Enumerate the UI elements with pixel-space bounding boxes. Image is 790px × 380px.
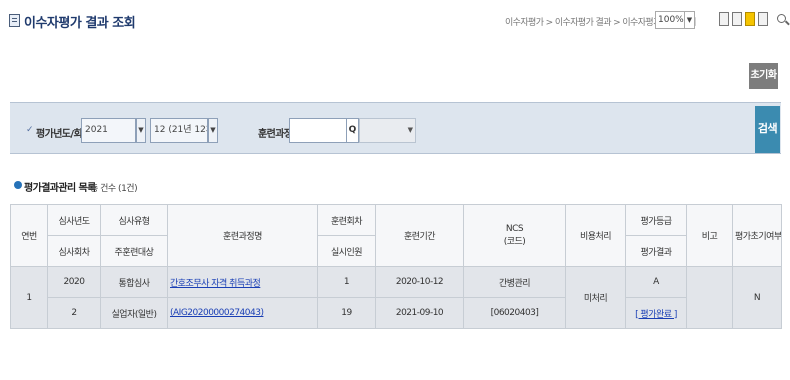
search-icon[interactable] — [777, 14, 786, 23]
ncs-line: NCS — [505, 224, 524, 234]
section-bullet-icon — [14, 181, 22, 189]
course-select[interactable]: ▼ — [359, 118, 416, 143]
cell-no: 1 — [10, 266, 48, 329]
favorite-star-icon[interactable] — [745, 12, 755, 26]
header-note: 비고 — [686, 204, 733, 267]
results-table: 연번 심사년도 심사유형 훈련과정명 훈련회차 훈련기간 NCS (코드) 비용처… — [10, 204, 782, 329]
check-icon: ✓ — [26, 125, 34, 135]
document-icon[interactable] — [758, 12, 768, 26]
header-no: 연번 — [10, 204, 48, 267]
header-training-round: 훈련회차 — [317, 204, 376, 236]
cell-ncs-name: 간병관리 — [463, 266, 566, 298]
cell-result: [ 평가완료 ] — [625, 297, 687, 329]
print-icon[interactable] — [719, 12, 729, 26]
header-training-period: 훈련기간 — [375, 204, 464, 267]
header-course-name: 훈련과정명 — [167, 204, 318, 267]
cell-exam-round: 2 — [47, 297, 101, 329]
chevron-down-icon[interactable]: ▼ — [685, 11, 695, 29]
total-count: 총 건수 (1건) — [90, 184, 138, 194]
table-row[interactable]: 2 실업자(일반) (AIG20200000274043) 19 2021-09… — [11, 297, 782, 329]
zoom-select[interactable]: 100% — [655, 11, 685, 29]
course-label: 훈련과정 — [258, 129, 293, 140]
cell-training-round: 1 — [317, 266, 376, 298]
section-title: 평가결과관리 목록 — [24, 183, 96, 194]
table-row[interactable]: 1 2020 통합심사 간호조무사 자격 취득과정 1 2020-10-12 간… — [10, 266, 782, 329]
course-name-link[interactable]: 간호조무사 자격 취득과정 — [170, 279, 261, 289]
ncs-code-line: (코드) — [503, 237, 526, 247]
cell-note — [686, 266, 733, 329]
header-result: 평가결과 — [625, 235, 687, 267]
top-bar: 이수자평가 결과 조회 이수자평가 > 이수자평가 결과 > 이수자평가 결과 … — [0, 0, 790, 40]
year-select[interactable]: 2021 — [81, 118, 136, 143]
header-cost: 비용처리 — [565, 204, 626, 267]
cell-course-code: (AIG20200000274043) — [167, 297, 318, 329]
header-target: 주훈련대상 — [100, 235, 168, 267]
header-enrolled: 실시인원 — [317, 235, 376, 267]
reset-button[interactable]: 초기화 — [749, 63, 778, 89]
cell-history: N — [732, 266, 782, 329]
chevron-down-icon[interactable]: ▼ — [208, 118, 218, 143]
cell-period-start: 2020-10-12 — [375, 266, 464, 298]
round-select[interactable]: 12 (21년 12차) 통합심 — [150, 118, 208, 143]
cell-grade: A — [625, 266, 687, 298]
magnifier-icon[interactable]: Q — [347, 118, 359, 143]
header-grade: 평가등급 — [625, 204, 687, 236]
header-history: 평가초기여부 — [732, 204, 782, 267]
search-button[interactable]: 검색 — [755, 106, 780, 153]
header-exam-year: 심사년도 — [47, 204, 101, 236]
help-icon[interactable] — [732, 12, 742, 26]
header-ncs: NCS (코드) — [463, 204, 566, 267]
chevron-down-icon[interactable]: ▼ — [136, 118, 146, 143]
header-exam-round: 심사회차 — [47, 235, 101, 267]
course-search-input[interactable] — [289, 118, 347, 143]
cell-ncs-code: [06020403] — [463, 297, 566, 329]
page-title: 이수자평가 결과 조회 — [24, 16, 136, 31]
course-code-link[interactable]: (AIG20200000274043) — [170, 308, 264, 318]
page-document-icon — [9, 14, 20, 27]
cell-course-name: 간호조무사 자격 취득과정 — [167, 266, 318, 298]
cell-exam-type: 통합심사 — [100, 266, 168, 298]
cell-target: 실업자(일반) — [100, 297, 168, 329]
result-link[interactable]: [ 평가완료 ] — [635, 310, 677, 320]
cell-cost: 미처리 — [565, 266, 626, 329]
cell-enrolled: 19 — [317, 297, 376, 329]
cell-period-end: 2021-09-10 — [375, 297, 464, 329]
header-exam-type: 심사유형 — [100, 204, 168, 236]
cell-exam-year: 2020 — [47, 266, 101, 298]
